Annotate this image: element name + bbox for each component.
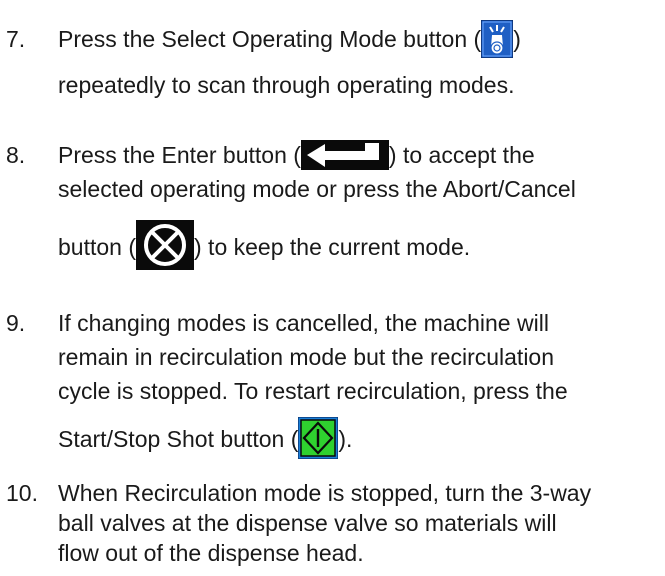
select-operating-mode-icon [481, 20, 514, 58]
step-number: 8. [6, 142, 26, 168]
step-8-line-2: selected operating mode or press the Abo… [58, 176, 576, 202]
start-stop-shot-icon [298, 417, 339, 459]
step-9-line-2: remain in recirculation mode but the rec… [58, 344, 555, 370]
step-10-line-3: flow out of the dispense head. [58, 540, 364, 566]
step-9-line-1: If changing modes is cancelled, the mach… [58, 310, 549, 336]
step-7-line-2: repeatedly to scan through operating mod… [58, 72, 515, 98]
step-number: 10. [6, 480, 38, 506]
enter-icon [300, 139, 389, 170]
step-10-line-1: When Recirculation mode is stopped, turn… [58, 480, 592, 506]
step-7-line-1: Press the Select Operating Mode button (… [58, 20, 661, 60]
step-9-line-3: cycle is stopped. To restart recirculati… [58, 378, 568, 404]
abort-cancel-icon [136, 220, 194, 270]
step-number: 7. [6, 26, 26, 52]
step-8-line-1: Press the Enter button ( ) to accept the [58, 138, 661, 172]
step-10-line-2: ball valves at the dispense valve so mat… [58, 510, 557, 536]
step-9-line-4: Start/Stop Shot button ( ). [58, 417, 661, 462]
step-8-line-3: button ( ) to keep the current mode. [58, 220, 661, 274]
step-number: 9. [6, 310, 26, 336]
